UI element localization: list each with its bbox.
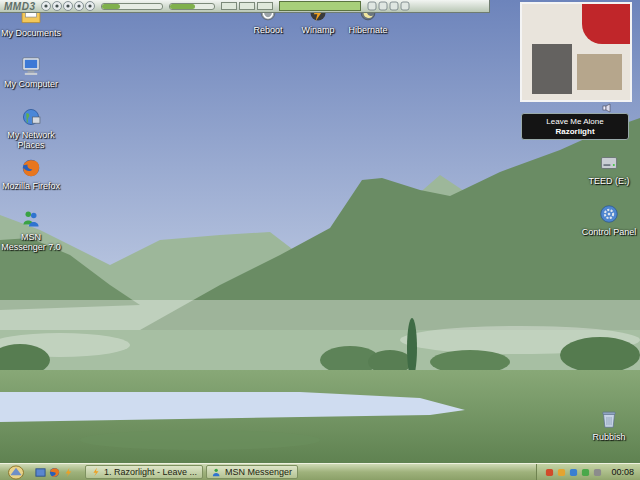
volume-fill xyxy=(170,4,194,9)
desktop-icon[interactable]: Control Panel xyxy=(578,203,640,254)
album-art-shape xyxy=(582,4,630,44)
tray-app-icon[interactable] xyxy=(569,468,578,477)
shuffle-toggle[interactable] xyxy=(221,2,237,10)
tray-app-icon[interactable] xyxy=(545,468,554,477)
player-toggles xyxy=(221,2,273,10)
desktop-icon-label: Mozilla Firefox xyxy=(2,181,60,191)
seek-slider[interactable] xyxy=(101,3,163,10)
player-display xyxy=(279,1,361,11)
track-artist: Razorlight xyxy=(555,127,594,137)
player-small-button-icon[interactable] xyxy=(400,1,410,11)
desktop-icon[interactable]: My Network Places xyxy=(0,106,62,157)
desktop-icon[interactable]: MSN Messenger 7.0 xyxy=(0,208,62,259)
tray-app-icon[interactable] xyxy=(593,468,602,477)
desktop-icon-label: Reboot xyxy=(253,25,282,35)
control-icon[interactable] xyxy=(598,203,620,225)
desktop-icon-label: My Network Places xyxy=(0,130,62,151)
player-small-button-icon[interactable] xyxy=(367,1,377,11)
desktop-icon-label: TEED (E:) xyxy=(588,176,629,186)
album-art xyxy=(520,2,632,102)
now-playing: Leave Me AloneRazorlight xyxy=(521,113,629,140)
repeat-toggle[interactable] xyxy=(239,2,255,10)
desktop-icon[interactable]: Rubbish xyxy=(578,408,640,459)
desktop-icon-label: Hibernate xyxy=(348,25,387,35)
msn-icon xyxy=(212,467,222,477)
left-icon-group: My Documents My Computer My Network Places… xyxy=(0,4,62,259)
recycle-icon[interactable] xyxy=(598,408,620,430)
player-button-icon[interactable] xyxy=(85,1,95,11)
winamp-icon[interactable] xyxy=(63,467,74,478)
desktop-icon[interactable]: TEED (E:) xyxy=(578,152,640,203)
player-logo: MMD3 xyxy=(4,1,35,12)
speaker-icon[interactable] xyxy=(602,103,614,113)
taskbar-button[interactable]: 1. Razorlight - Leave ... xyxy=(85,465,203,479)
player-small-button-icon[interactable] xyxy=(378,1,388,11)
winamp-icon xyxy=(91,467,101,477)
desktop-icon-label: My Documents xyxy=(1,28,61,38)
desktop-icon-label: Control Panel xyxy=(582,227,637,237)
tray-app-icon[interactable] xyxy=(557,468,566,477)
seek-fill xyxy=(102,4,120,9)
computer-icon[interactable] xyxy=(20,55,42,77)
player-controls xyxy=(41,1,95,11)
clock: 00:08 xyxy=(611,467,634,477)
taskbar-button[interactable]: MSN Messenger xyxy=(206,465,298,479)
player-extra-controls xyxy=(367,1,410,11)
desktop-icon-label: Rubbish xyxy=(592,432,625,442)
msn-icon[interactable] xyxy=(20,208,42,230)
eq-toggle[interactable] xyxy=(257,2,273,10)
tray-app-icon[interactable] xyxy=(581,468,590,477)
desktop-icon-label: MSN Messenger 7.0 xyxy=(0,232,62,253)
firefox-icon[interactable] xyxy=(20,157,42,179)
media-player-bar[interactable]: MMD3 xyxy=(0,0,490,13)
show-desktop-icon[interactable] xyxy=(35,467,46,478)
player-button-icon[interactable] xyxy=(41,1,51,11)
desktop-icon[interactable]: Mozilla Firefox xyxy=(0,157,62,208)
track-title: Leave Me Alone xyxy=(546,117,603,127)
desktop-icon[interactable]: My Computer xyxy=(0,55,62,106)
taskbar-button-label: MSN Messenger xyxy=(225,467,292,477)
drive-icon[interactable] xyxy=(598,152,620,174)
player-button-icon[interactable] xyxy=(63,1,73,11)
player-button-icon[interactable] xyxy=(52,1,62,11)
start-orb-icon[interactable] xyxy=(6,465,26,480)
volume-slider[interactable] xyxy=(169,3,215,10)
taskbar: 1. Razorlight - Leave ... MSN Messenger 00… xyxy=(0,463,640,480)
desktop-icon-label: My Computer xyxy=(4,79,58,89)
player-button-icon[interactable] xyxy=(74,1,84,11)
album-art-shape xyxy=(577,54,622,90)
bin-icon-group: Rubbish xyxy=(578,408,640,459)
system-tray: 00:08 xyxy=(536,464,640,480)
album-art-shape xyxy=(532,44,572,94)
desktop-icon-label: Winamp xyxy=(301,25,334,35)
network-icon[interactable] xyxy=(20,106,42,128)
right-icon-group: TEED (E:) Control Panel xyxy=(578,152,640,254)
taskbar-button-label: 1. Razorlight - Leave ... xyxy=(104,467,197,477)
quick-launch xyxy=(35,467,74,478)
player-small-button-icon[interactable] xyxy=(389,1,399,11)
firefox-icon[interactable] xyxy=(49,467,60,478)
desktop: MMD3 My Documents My Computer My Network Pl… xyxy=(0,0,640,480)
